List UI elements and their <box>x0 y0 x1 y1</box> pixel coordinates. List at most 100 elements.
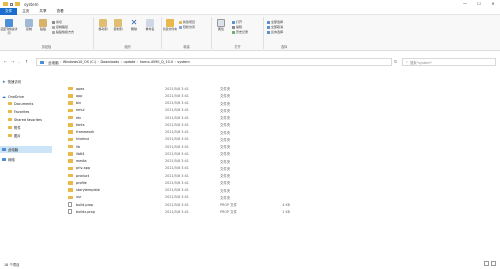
paste-shortcut-button[interactable]: 粘贴快捷方式 <box>52 30 74 34</box>
edit-button[interactable]: 编辑 <box>232 25 242 29</box>
sidebar-item-documents[interactable]: Documents <box>6 100 33 107</box>
close-button[interactable]: ✕ <box>486 0 500 8</box>
folder-icon <box>8 117 12 122</box>
delete-button[interactable]: ✕ 删除 <box>127 19 141 32</box>
file-row[interactable]: product 2021/5/8 3:41 文件夹 <box>56 172 496 179</box>
file-row[interactable]: profile 2021/5/8 3:41 文件夹 <box>56 179 496 186</box>
file-name: fonts <box>76 122 85 127</box>
copy-to-label: 复制到 <box>113 27 123 31</box>
breadcrumb-drive[interactable]: Windows10_OS (C:) <box>63 60 96 64</box>
tab-share[interactable]: 共享 <box>34 8 51 15</box>
clipboard-group: 固定到快速访问 复制 粘贴 剪切 复制路径 粘贴快捷方式 剪贴板 <box>0 17 94 49</box>
item-count: 18 个项目 <box>4 263 20 267</box>
folder-icon <box>8 101 12 106</box>
cut-button[interactable]: 剪切 <box>52 20 62 24</box>
search-box[interactable]: ⌕ 搜索"system" <box>402 58 496 66</box>
sidebar-item-attachments[interactable]: 附件 <box>6 124 21 131</box>
details-view-icon[interactable] <box>484 261 489 266</box>
large-icons-view-icon[interactable] <box>491 261 496 266</box>
sidebar-item-shared-favorites[interactable]: Shared favorites <box>6 116 42 123</box>
recent-chevron-icon[interactable]: ⌄ <box>18 60 21 64</box>
tab-file[interactable]: 文件 <box>0 7 18 15</box>
file-row[interactable]: priv-app 2021/5/8 3:41 文件夹 <box>56 165 496 172</box>
file-date: 2021/5/8 3:41 <box>165 159 189 164</box>
history-button[interactable]: 历史记录 <box>232 30 248 34</box>
minimize-button[interactable]: — <box>458 0 472 8</box>
open-group-label: 打开 <box>234 45 241 49</box>
folder-icon <box>68 188 73 192</box>
file-type: 文件夹 <box>220 181 231 186</box>
file-type: 文件夹 <box>220 116 231 121</box>
file-date: 2021/5/8 3:41 <box>165 173 189 178</box>
file-row[interactable]: fonts 2021/5/8 3:41 文件夹 <box>56 121 496 128</box>
file-row[interactable]: emui 2021/5/8 3:41 文件夹 <box>56 107 496 114</box>
forward-arrow-icon[interactable]: → <box>11 59 14 64</box>
invert-selection-button[interactable]: 反向选择 <box>267 30 283 34</box>
properties-icon[interactable] <box>10 2 13 6</box>
tab-view[interactable]: 查看 <box>52 8 69 15</box>
open-button[interactable]: 打开 <box>232 20 242 24</box>
delete-label: 删除 <box>130 27 137 31</box>
breadcrumb-separator: › <box>120 60 122 64</box>
maximize-button[interactable]: ☐ <box>472 0 486 8</box>
file-row[interactable]: lib64 2021/5/8 3:41 文件夹 <box>56 150 496 157</box>
address-bar[interactable]: › 此电脑 › Windows10_OS (C:) › Downloads › … <box>36 58 392 66</box>
file-row[interactable]: apex 2021/5/8 3:41 文件夹 <box>56 85 496 92</box>
file-row[interactable]: etc 2021/5/8 3:41 文件夹 <box>56 114 496 121</box>
move-to-button[interactable]: 移动到 <box>96 19 110 32</box>
new-folder-button[interactable]: 新建文件夹 <box>163 19 177 32</box>
breadcrumb-downloads[interactable]: Downloads <box>100 60 119 64</box>
easy-access-button[interactable]: 轻松访问 <box>179 25 195 29</box>
sidebar-item-network[interactable]: 网络 <box>0 156 15 163</box>
copy-path-button[interactable]: 复制路径 <box>52 25 68 29</box>
file-row[interactable]: media 2021/5/8 3:41 文件夹 <box>56 158 496 165</box>
select-none-button[interactable]: 全部取消 <box>267 25 283 29</box>
file-type: 文件夹 <box>220 195 231 200</box>
file-row[interactable]: app 2021/5/8 3:41 文件夹 <box>56 92 496 99</box>
file-date: 2021/5/8 3:41 <box>165 108 189 113</box>
select-all-button[interactable]: 全部选择 <box>267 20 283 24</box>
paste-button[interactable]: 粘贴 <box>36 19 50 32</box>
new-group: 新建文件夹 新建项目 轻松访问 新建 <box>162 17 212 49</box>
properties-button[interactable]: 属性 <box>214 19 228 32</box>
select-all-icon <box>267 20 270 24</box>
sidebar-item-label: Shared favorites <box>14 117 42 122</box>
file-row[interactable]: build.prop 2021/5/8 3:41 PROP 文件 4 KB <box>56 201 496 208</box>
sidebar-item-favorites[interactable]: Favorites <box>6 108 29 115</box>
folder-icon <box>68 144 73 149</box>
new-folder-icon[interactable] <box>15 2 20 6</box>
file-row[interactable]: bin 2021/5/8 3:41 文件夹 <box>56 100 496 107</box>
copy-to-icon <box>114 19 122 27</box>
sidebar-item-pictures[interactable]: 图片 <box>6 132 21 139</box>
up-arrow-icon[interactable]: ↑ <box>25 59 28 64</box>
refresh-icon[interactable]: ↻ <box>394 59 397 64</box>
pin-label: 固定到快速访问 <box>0 27 18 35</box>
sidebar-item-onedrive[interactable]: ☁ OneDrive <box>0 93 24 100</box>
copy-to-button[interactable]: 复制到 <box>111 19 125 32</box>
file-row[interactable]: framework 2021/5/8 3:41 文件夹 <box>56 129 496 136</box>
breadcrumb-firmware[interactable]: horno-4590_Q_10.0 <box>140 60 173 64</box>
file-row[interactable]: storytemplate 2021/5/8 3:41 文件夹 <box>56 187 496 194</box>
rename-icon <box>146 19 154 27</box>
sidebar-item-this-pc[interactable]: 此电脑 <box>0 146 52 153</box>
file-row[interactable]: lib 2021/5/8 3:41 文件夹 <box>56 143 496 150</box>
new-item-button[interactable]: 新建项目 <box>179 20 195 24</box>
breadcrumb-update[interactable]: update <box>123 60 135 64</box>
pin-quick-access-button[interactable]: 固定到快速访问 <box>0 19 18 35</box>
copy-button[interactable]: 复制 <box>22 19 36 32</box>
file-row[interactable]: usr 2021/5/8 3:41 文件夹 <box>56 194 496 201</box>
properties-icon <box>217 19 225 27</box>
breadcrumb-system[interactable]: system <box>177 60 189 64</box>
file-icon <box>68 202 72 208</box>
breadcrumb-pc[interactable]: 此电脑 <box>48 60 58 65</box>
file-row[interactable]: hiveinui 2021/5/8 3:41 文件夹 <box>56 136 496 143</box>
tab-home[interactable]: 主页 <box>17 8 34 15</box>
back-arrow-icon[interactable]: ← <box>4 59 7 64</box>
sidebar-item-label: 此电脑 <box>8 148 19 152</box>
sidebar-item-quick-access[interactable]: ★ 快速访问 <box>0 78 21 85</box>
network-icon <box>2 157 6 162</box>
file-name: lib64 <box>76 151 85 156</box>
file-name: build.prop <box>76 202 94 207</box>
file-row[interactable]: buildz.prop 2021/5/8 3:41 PROP 文件 1 KB <box>56 208 496 215</box>
rename-button[interactable]: 重命名 <box>143 19 157 32</box>
